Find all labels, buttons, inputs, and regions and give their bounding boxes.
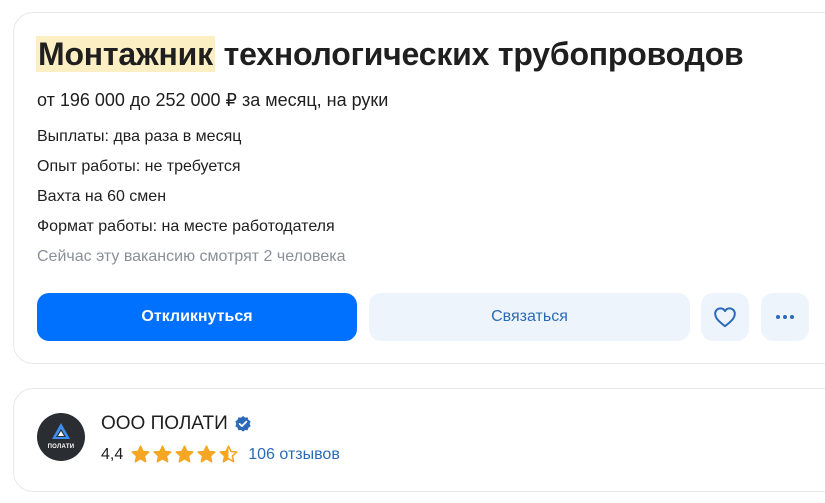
- title-highlight: Монтажник: [36, 36, 215, 72]
- vacancy-card: Монтажник технологических трубопроводов …: [13, 12, 825, 364]
- star-icon: [153, 445, 172, 463]
- more-button[interactable]: [761, 293, 809, 341]
- company-logo[interactable]: ПОЛАТИ: [37, 413, 85, 461]
- info-shift: Вахта на 60 смен: [37, 188, 167, 205]
- star-icon: [197, 445, 216, 463]
- vacancy-title: Монтажник технологических трубопроводов: [36, 33, 744, 75]
- viewers-count: Сейчас эту вакансию смотрят 2 человека: [37, 248, 346, 265]
- logo-triangle-icon: [52, 423, 70, 439]
- company-name-link[interactable]: ООО ПОЛАТИ: [101, 413, 252, 435]
- title-rest: технологических трубопроводов: [214, 36, 744, 72]
- info-work-format: Формат работы: на месте работодателя: [37, 218, 335, 235]
- salary: от 196 000 до 252 000 ₽ за месяц, на рук…: [37, 90, 389, 110]
- rating-value: 4,4: [101, 445, 124, 463]
- logo-text: ПОЛАТИ: [47, 444, 75, 450]
- company-name: ООО ПОЛАТИ: [101, 413, 228, 434]
- star-icon: [131, 445, 150, 463]
- verified-check-icon: [235, 416, 251, 432]
- favorite-button[interactable]: [701, 293, 749, 341]
- rating-row: 4,4 106 отзывов: [101, 445, 340, 464]
- more-dots-icon: [776, 315, 794, 319]
- info-experience: Опыт работы: не требуется: [37, 158, 241, 175]
- apply-button[interactable]: Откликнуться: [37, 293, 357, 341]
- contact-button[interactable]: Связаться: [369, 293, 690, 341]
- info-payments: Выплаты: два раза в месяц: [37, 128, 242, 145]
- rating-stars: [131, 445, 238, 464]
- star-icon: [219, 445, 238, 463]
- heart-icon: [714, 307, 736, 328]
- reviews-link[interactable]: 106 отзывов: [248, 446, 340, 464]
- company-card: ПОЛАТИ ООО ПОЛАТИ 4,4 106 отзывов: [13, 388, 825, 492]
- star-icon: [175, 445, 194, 463]
